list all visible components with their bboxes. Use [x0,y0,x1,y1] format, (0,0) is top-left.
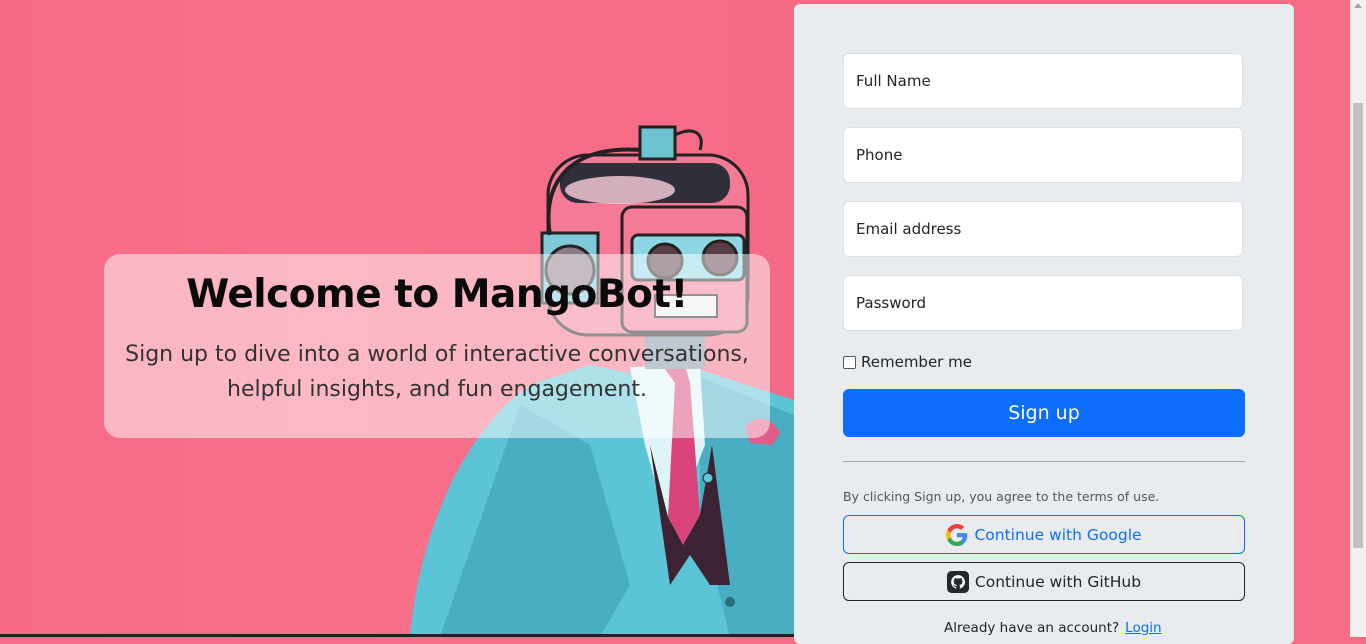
already-have-account-text: Already have an account? [944,620,1120,636]
google-signin-button[interactable]: Continue with Google [843,515,1245,554]
welcome-title: Welcome to MangoBot! [186,272,688,317]
google-button-label: Continue with Google [974,525,1142,544]
login-prompt: Already have an account? Login [944,620,1162,636]
signup-form-panel: Full Name Phone Email address Password R… [794,4,1294,644]
signup-button[interactable]: Sign up [843,389,1245,437]
github-icon [946,570,969,593]
google-icon [946,523,968,546]
page-scrollbar[interactable] [1350,0,1366,637]
remember-me-label: Remember me [861,353,972,371]
github-signin-button[interactable]: Continue with GitHub [843,562,1245,601]
hero-section: Welcome to MangoBot! Sign up to dive int… [0,0,794,637]
email-input[interactable]: Email address [843,201,1243,257]
login-link[interactable]: Login [1125,620,1161,636]
remember-me[interactable]: Remember me [843,353,972,371]
scroll-up-arrow-icon[interactable] [1354,3,1362,8]
phone-input[interactable]: Phone [843,127,1243,183]
welcome-subtitle: Sign up to dive into a world of interact… [125,342,749,402]
welcome-card: Welcome to MangoBot! Sign up to dive int… [104,254,770,438]
remember-me-checkbox[interactable] [843,355,856,369]
background-strip [1294,0,1350,637]
full-name-input[interactable]: Full Name [843,53,1243,109]
divider [843,461,1245,462]
github-button-label: Continue with GitHub [974,572,1142,591]
scrollbar-thumb[interactable] [1353,103,1363,548]
password-input[interactable]: Password [843,275,1243,331]
terms-text: By clicking Sign up, you agree to the te… [843,489,1160,504]
